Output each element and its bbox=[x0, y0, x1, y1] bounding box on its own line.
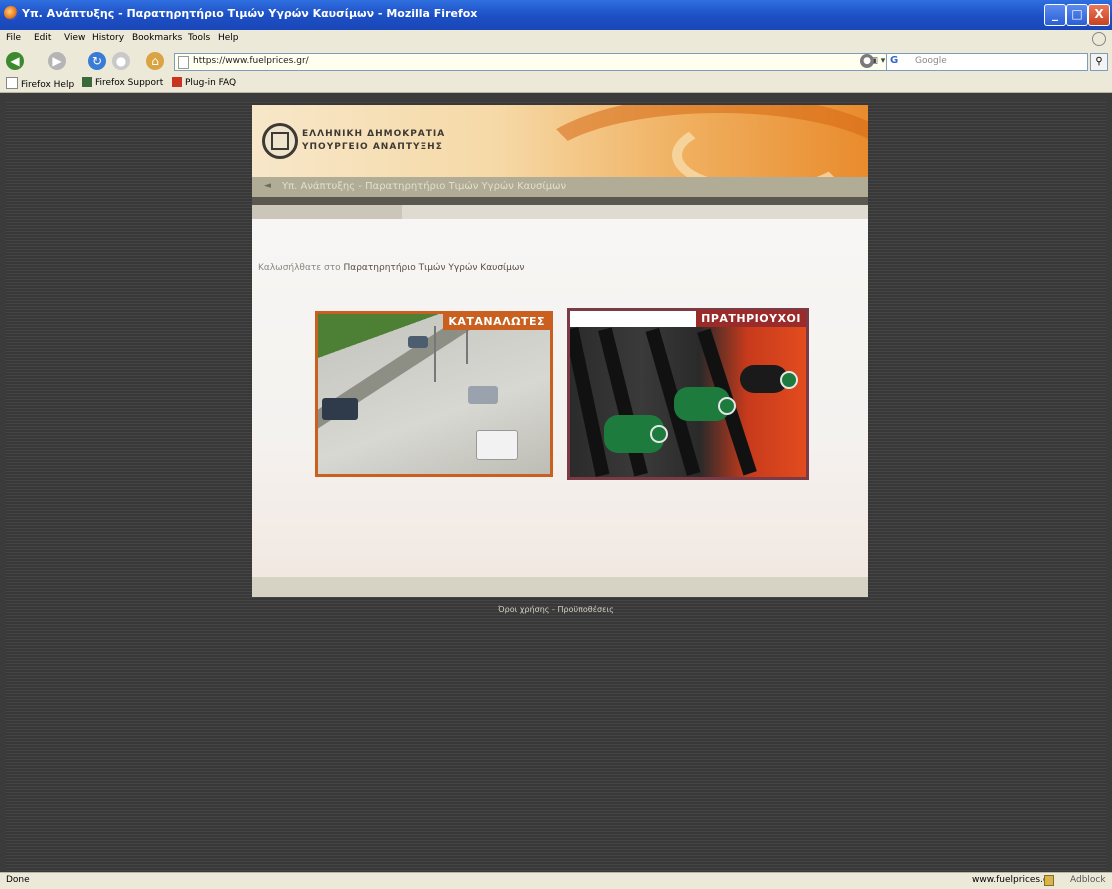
menu-edit[interactable]: Edit bbox=[34, 33, 51, 43]
page-viewport: ΕΛΛΗΝΙΚΗ ΔΗΜΟΚΡΑΤΙΑ ΥΠΟΥΡΓΕΙΟ ΑΝΑΠΤΥΞΗΣ … bbox=[6, 102, 1106, 872]
car bbox=[468, 386, 498, 404]
bullet-icon: ◄ bbox=[264, 181, 271, 191]
google-engine-icon[interactable]: G bbox=[890, 55, 898, 66]
minimize-button[interactable]: _ bbox=[1044, 4, 1066, 26]
search-input[interactable]: Google bbox=[915, 56, 947, 66]
search-box[interactable]: G Google bbox=[886, 53, 1088, 71]
adblock-button[interactable]: Adblock bbox=[1070, 875, 1106, 885]
url-bar[interactable]: https://www.fuelprices.gr/ ▣ ▾ ▶ bbox=[174, 53, 900, 71]
addon-icon[interactable]: ● bbox=[860, 54, 874, 68]
bookmark-plugin-faq[interactable]: Plug-in FAQ bbox=[172, 77, 236, 88]
menu-history[interactable]: History bbox=[92, 33, 124, 43]
bookmark-firefox-support[interactable]: Firefox Support bbox=[82, 77, 163, 88]
menu-file[interactable]: File bbox=[6, 33, 21, 43]
menu-bar: File Edit View History Bookmarks Tools H… bbox=[0, 30, 1112, 48]
bookmarks-toolbar: Firefox Help Firefox Support Plug-in FAQ bbox=[0, 74, 1112, 93]
maximize-button[interactable]: □ bbox=[1066, 4, 1088, 26]
menu-bookmarks[interactable]: Bookmarks bbox=[132, 33, 182, 43]
main-content: Καλωσήλθατε στο Παρατηρητήριο Τιμών Υγρώ… bbox=[252, 219, 868, 577]
nozzle-ring bbox=[780, 371, 798, 389]
status-text: Done bbox=[6, 875, 30, 885]
menu-tools[interactable]: Tools bbox=[188, 33, 210, 43]
bookmark-label: Firefox Help bbox=[21, 80, 75, 90]
terms-link[interactable]: Όροι χρήσης - Προϋποθέσεις bbox=[6, 605, 1106, 614]
status-bar: Done www.fuelprices.gr Adblock bbox=[0, 872, 1112, 889]
navigation-toolbar: ◀ ▶ ↻ ● ⌂ https://www.fuelprices.gr/ ▣ ▾… bbox=[0, 48, 1112, 74]
stations-card[interactable]: ΠΡΑΤΗΡΙΟΥΧΟΙ bbox=[567, 308, 809, 480]
window-title: Υπ. Ανάπτυξης - Παρατηρητήριο Τιμών Υγρώ… bbox=[22, 7, 478, 20]
firefox-icon bbox=[4, 6, 18, 20]
throbber-icon bbox=[1092, 32, 1106, 46]
bookmark-label: Plug-in FAQ bbox=[185, 78, 237, 88]
home-icon[interactable]: ⌂ bbox=[146, 52, 164, 70]
back-arrow-icon[interactable]: ◀ bbox=[6, 52, 24, 70]
bookmark-firefox-help[interactable]: Firefox Help bbox=[6, 77, 74, 90]
ministry-name: ΥΠΟΥΡΓΕΙΟ ΑΝΑΠΤΥΞΗΣ bbox=[302, 142, 443, 152]
bookmark-label: Firefox Support bbox=[95, 78, 164, 88]
light-pole bbox=[434, 326, 436, 382]
car bbox=[476, 430, 518, 460]
welcome-prefix: Καλωσήλθατε στο bbox=[258, 263, 344, 273]
lock-icon[interactable] bbox=[1044, 875, 1054, 886]
fuel-hose bbox=[598, 327, 648, 477]
consumers-card[interactable]: ΚΑΤΑΝΑΛΩΤΕΣ bbox=[315, 311, 553, 477]
hellenic-emblem-icon bbox=[262, 123, 298, 159]
site-header-banner: ΕΛΛΗΝΙΚΗ ΔΗΜΟΚΡΑΤΙΑ ΥΠΟΥΡΓΕΙΟ ΑΝΑΠΤΥΞΗΣ bbox=[252, 105, 868, 177]
page-icon bbox=[6, 77, 18, 89]
support-icon bbox=[82, 77, 92, 87]
nozzle-ring bbox=[650, 425, 668, 443]
divider bbox=[252, 197, 868, 205]
gov-name: ΕΛΛΗΝΙΚΗ ΔΗΜΟΚΡΑΤΙΑ bbox=[302, 129, 446, 139]
status-domain: www.fuelprices.gr bbox=[972, 875, 1053, 885]
welcome-text: Καλωσήλθατε στο Παρατηρητήριο Τιμών Υγρώ… bbox=[258, 263, 524, 273]
car bbox=[322, 398, 358, 420]
menu-view[interactable]: View bbox=[64, 33, 85, 43]
window-titlebar: Υπ. Ανάπτυξης - Παρατηρητήριο Τιμών Υγρώ… bbox=[0, 0, 1112, 30]
stations-label: ΠΡΑΤΗΡΙΟΥΧΟΙ bbox=[696, 310, 806, 327]
close-button[interactable]: X bbox=[1088, 4, 1110, 26]
welcome-emphasis: Παρατηρητήριο Τιμών Υγρών Καυσίμων bbox=[343, 263, 525, 273]
search-go-icon[interactable]: ⚲ bbox=[1090, 53, 1108, 71]
road-divider bbox=[318, 314, 538, 439]
subnav-strip bbox=[252, 205, 868, 219]
stop-icon[interactable]: ● bbox=[112, 52, 130, 70]
url-input[interactable]: https://www.fuelprices.gr/ bbox=[193, 56, 309, 66]
car bbox=[408, 336, 428, 348]
fuel-nozzles-image bbox=[570, 327, 806, 477]
plugin-icon bbox=[172, 77, 182, 87]
ministry-bar: ◄ Υπ. Ανάπτυξης - Παρατηρητήριο Τιμών Υγ… bbox=[252, 177, 868, 197]
forward-arrow-icon[interactable]: ▶ bbox=[48, 52, 66, 70]
highway-image bbox=[318, 314, 550, 474]
site-container: ΕΛΛΗΝΙΚΗ ΔΗΜΟΚΡΑΤΙΑ ΥΠΟΥΡΓΕΙΟ ΑΝΑΠΤΥΞΗΣ … bbox=[252, 105, 868, 597]
card-header-white bbox=[570, 311, 700, 327]
page-icon bbox=[178, 56, 189, 69]
nozzle-ring bbox=[718, 397, 736, 415]
ministry-bar-title: Υπ. Ανάπτυξης - Παρατηρητήριο Τιμών Υγρώ… bbox=[282, 181, 567, 192]
reload-icon[interactable]: ↻ bbox=[88, 52, 106, 70]
consumers-label: ΚΑΤΑΝΑΛΩΤΕΣ bbox=[443, 313, 550, 330]
site-footer-strip bbox=[252, 577, 868, 597]
menu-help[interactable]: Help bbox=[218, 33, 239, 43]
